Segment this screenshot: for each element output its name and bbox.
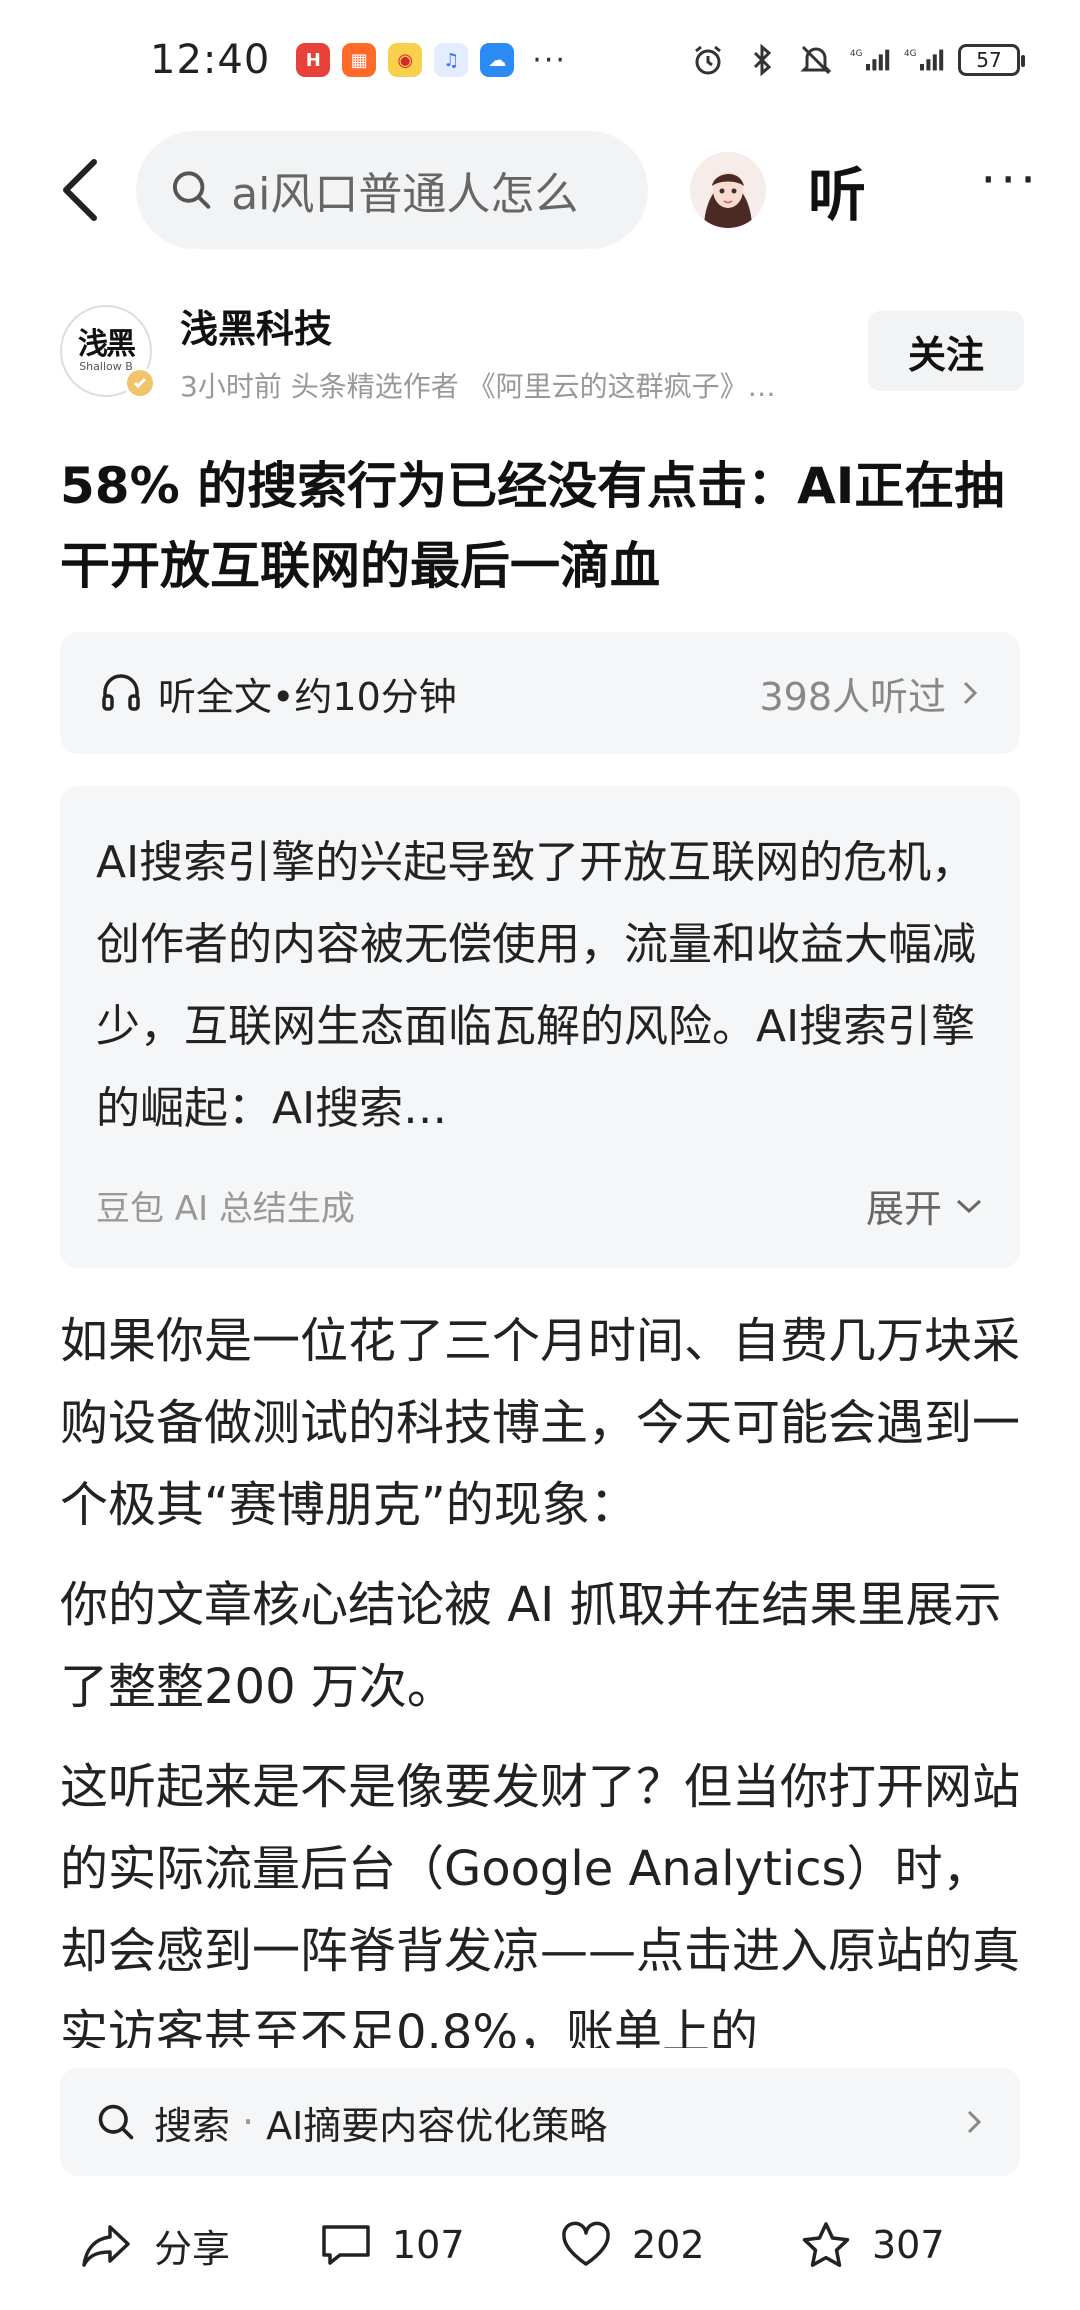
listen-count: 398人听过 <box>759 674 946 719</box>
article-body: 如果你是一位花了三个月时间、自费几万块采购设备做测试的科技博主，今天可能会遇到一… <box>60 1300 1020 2048</box>
heart-icon <box>562 2221 610 2266</box>
author-info: 浅黑科技 3小时前 头条精选作者 《阿里云的这群疯子》… <box>180 298 868 405</box>
huawei-app-icon: H <box>296 43 331 77</box>
related-search-query: AI摘要内容优化策略 <box>266 2103 608 2148</box>
alarm-icon <box>688 40 728 80</box>
status-time: 12:40 <box>150 37 271 83</box>
favorite-count: 307 <box>872 2223 945 2267</box>
related-search-separator: · <box>242 2100 255 2144</box>
weibo-app-icon: ◉ <box>388 43 423 77</box>
expand-label: 展开 <box>865 1187 942 1231</box>
follow-button[interactable]: 关注 <box>868 311 1024 391</box>
notification-icons: H ▦ ◉ ♫ ☁ <box>296 43 515 77</box>
action-bar: 分享 107 202 307 <box>0 2190 1080 2300</box>
verified-badge-icon <box>124 367 156 399</box>
search-query: ai风口普通人怎么 <box>231 169 579 220</box>
user-avatar[interactable] <box>690 152 766 228</box>
comment-count: 107 <box>392 2223 465 2267</box>
grid-app-icon: ▦ <box>342 43 377 77</box>
signal-4g-secondary-icon: 4G <box>904 40 944 80</box>
back-button[interactable] <box>50 150 110 230</box>
expand-button[interactable]: 展开 <box>866 1178 984 1233</box>
author-avatar[interactable]: 浅黑 Shallow B <box>60 305 156 399</box>
more-options-button[interactable]: ··· <box>980 151 1040 229</box>
system-status: 4G 4G 57 <box>688 40 1025 80</box>
share-icon <box>82 2225 130 2267</box>
related-search-bar[interactable]: 搜索 · AI摘要内容优化策略 <box>60 2068 1020 2176</box>
headphones-icon <box>102 674 140 711</box>
like-count: 202 <box>632 2223 705 2267</box>
search-icon <box>98 2104 134 2140</box>
author-name[interactable]: 浅黑科技 <box>180 298 868 353</box>
related-search-prefix: 搜索 <box>154 2103 231 2148</box>
search-icon <box>172 171 211 209</box>
share-button[interactable]: 分享 <box>80 2218 320 2273</box>
summary-source: 豆包 AI 总结生成 <box>96 1189 355 1229</box>
chevron-right-icon <box>963 681 978 705</box>
author-row: 浅黑 Shallow B 浅黑科技 3小时前 头条精选作者 《阿里云的这群疯子》… <box>60 296 1024 406</box>
like-button[interactable]: 202 <box>560 2221 800 2269</box>
svg-text:4G: 4G <box>850 49 863 59</box>
favorite-button[interactable]: 307 <box>800 2220 1040 2270</box>
mute-icon <box>796 40 836 80</box>
listen-button[interactable]: 听 <box>808 148 866 232</box>
author-logo-subtext: Shallow B <box>79 359 133 373</box>
article-paragraph: 如果你是一位花了三个月时间、自费几万块采购设备做测试的科技博主，今天可能会遇到一… <box>60 1313 1020 1533</box>
chevron-left-icon <box>63 159 97 221</box>
svg-text:4G: 4G <box>904 49 917 59</box>
article-title: 58% 的搜索行为已经没有点击：AI正在抽干开放互联网的最后一滴血 <box>60 457 1005 595</box>
ai-summary-text: AI搜索引擎的兴起导致了开放互联网的危机，创作者的内容被无偿使用，流量和收益大幅… <box>96 837 976 1134</box>
top-nav: ai风口普通人怎么 听 ··· <box>0 120 1080 260</box>
signal-4g-icon: 4G <box>850 40 890 80</box>
chevron-right-icon <box>967 2110 982 2134</box>
battery-icon: 57 <box>958 44 1025 76</box>
ai-summary-card: AI搜索引擎的兴起导致了开放互联网的危机，创作者的内容被无偿使用，流量和收益大幅… <box>60 786 1020 1268</box>
article-paragraph: 你的文章核心结论被 AI 抓取并在结果里展示了整整200 万次。 <box>60 1577 1002 1715</box>
more-notifications-icon: ··· <box>532 42 567 78</box>
author-logo-text: 浅黑 <box>78 326 136 362</box>
summary-footer: 豆包 AI 总结生成 展开 <box>96 1178 984 1233</box>
music-app-icon: ♫ <box>434 43 469 77</box>
comment-icon <box>322 2225 370 2265</box>
comment-button[interactable]: 107 <box>320 2221 560 2269</box>
weather-app-icon: ☁ <box>480 43 515 77</box>
bluetooth-icon <box>742 40 782 80</box>
search-input[interactable]: ai风口普通人怎么 <box>136 131 648 249</box>
share-label: 分享 <box>154 2226 231 2271</box>
chevron-down-icon <box>956 1199 982 1213</box>
star-icon <box>802 2222 850 2267</box>
article-paragraph: 这听起来是不是像要发财了？但当你打开网站的实际流量后台（Google Analy… <box>60 1759 1020 2048</box>
listen-label: 听全文•约10分钟 <box>158 674 457 719</box>
listen-full-article-bar[interactable]: 听全文•约10分钟 398人听过 <box>60 632 1020 754</box>
status-bar: 12:40 H ▦ ◉ ♫ ☁ ··· 4G 4G 57 <box>0 0 1080 120</box>
author-meta: 3小时前 头条精选作者 《阿里云的这群疯子》… <box>180 369 776 403</box>
